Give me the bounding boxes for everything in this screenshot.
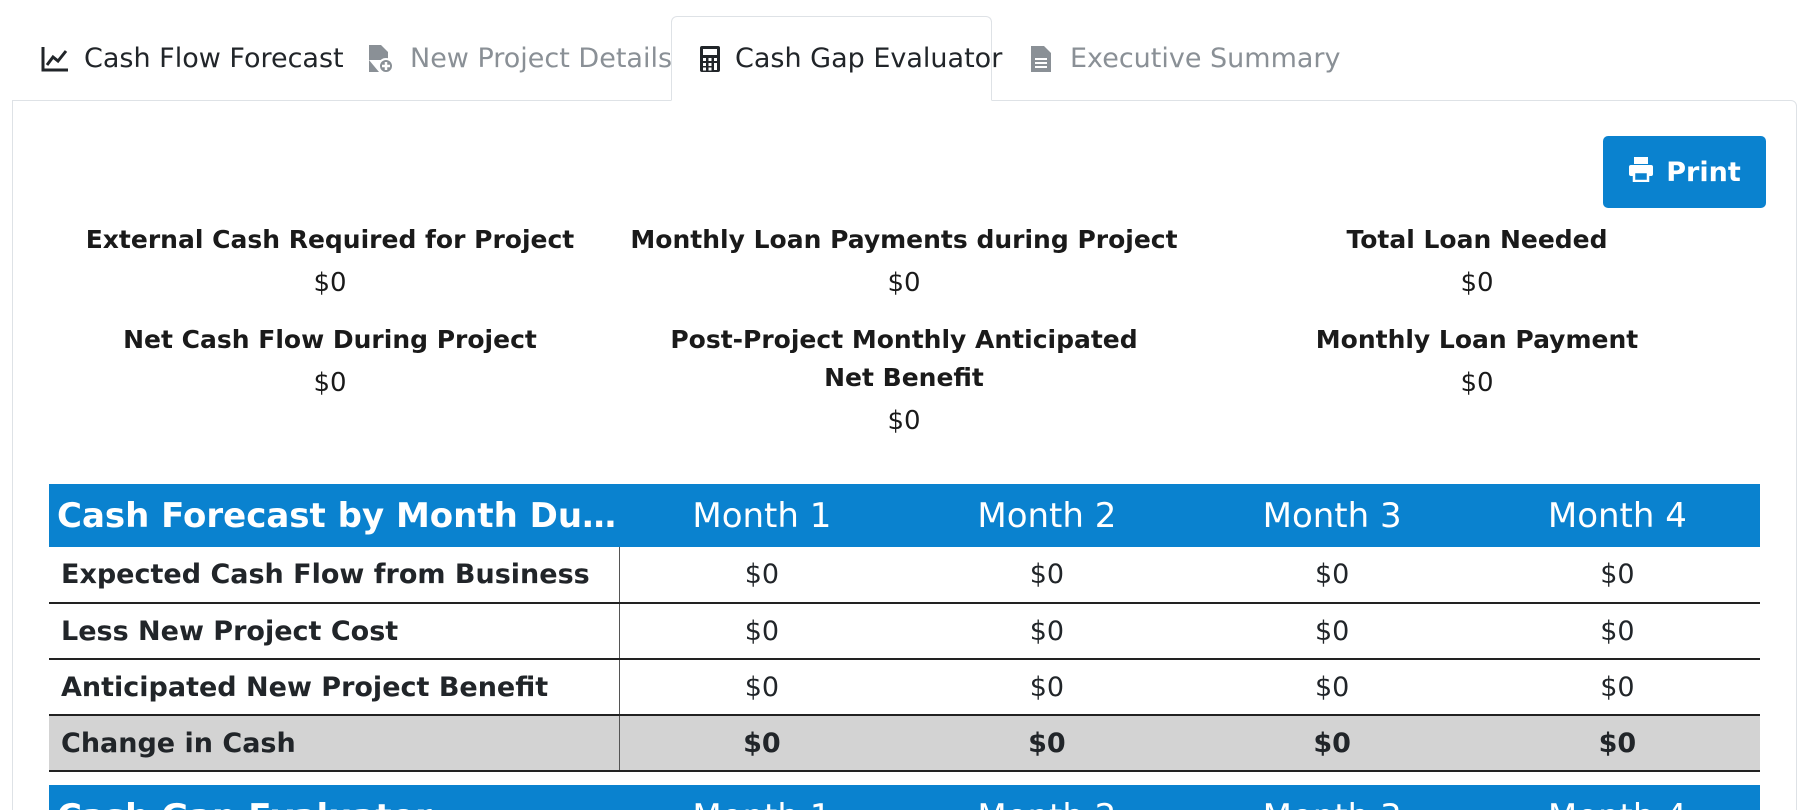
file-add-icon [366, 44, 396, 74]
row-label: Change in Cash [49, 715, 620, 772]
table-header-row: Cash Forecast by Month Durin... Month 1 … [49, 484, 1760, 547]
metric-label: Net Cash Flow During Project [123, 325, 537, 354]
metric-value: $0 [313, 268, 347, 298]
cell-value: $0 [1474, 659, 1760, 716]
metric-label: External Cash Required for Project [85, 225, 575, 254]
metric-net-cash-flow-during-project: Net Cash Flow During Project $0 [50, 321, 610, 407]
cell-value: $0 [619, 547, 905, 604]
cell-value: $0 [1189, 715, 1475, 772]
table-row: Anticipated New Project Benefit $0 $0 $0… [49, 659, 1760, 716]
column-header: Month 3 [1189, 785, 1475, 810]
calculator-icon [699, 44, 721, 74]
metric-value: $0 [887, 406, 921, 436]
metric-external-cash-required: External Cash Required for Project $0 [50, 221, 610, 307]
cell-value: $0 [1189, 547, 1475, 604]
table-header-row: Cash Gap Evaluator Month 1 Month 2 Month… [49, 785, 1760, 810]
table-title: Cash Forecast by Month Durin... [49, 484, 620, 547]
table-title: Cash Gap Evaluator [49, 785, 620, 810]
cell-value: $0 [904, 659, 1190, 716]
tab-cash-flow-forecast[interactable]: Cash Flow Forecast [40, 16, 344, 101]
column-header: Month 1 [619, 785, 905, 810]
cash-gap-evaluator-table: Cash Gap Evaluator Month 1 Month 2 Month… [49, 785, 1760, 810]
tab-executive-summary[interactable]: Executive Summary [1026, 16, 1341, 101]
table-row-total: Change in Cash $0 $0 $0 $0 [49, 715, 1760, 772]
metric-value: $0 [887, 268, 921, 298]
metric-value: $0 [1460, 268, 1494, 298]
tab-label: Cash Gap Evaluator [735, 43, 1003, 74]
cell-value: $0 [904, 603, 1190, 660]
cell-value: $0 [1189, 603, 1475, 660]
column-header: Month 2 [904, 785, 1190, 810]
tab-cash-gap-evaluator[interactable]: Cash Gap Evaluator [671, 16, 1002, 101]
metric-value: $0 [313, 368, 347, 398]
cell-value: $0 [1474, 603, 1760, 660]
metric-total-loan-needed: Total Loan Needed $0 [1197, 221, 1757, 307]
metric-label: Total Loan Needed [1346, 225, 1608, 254]
row-label: Expected Cash Flow from Business [49, 547, 620, 604]
cell-value: $0 [1474, 547, 1760, 604]
document-icon [1026, 44, 1056, 74]
cell-value: $0 [904, 547, 1190, 604]
printer-icon [1628, 156, 1654, 189]
row-label: Less New Project Cost [49, 603, 620, 660]
tab-label: New Project Details [410, 43, 673, 74]
metric-post-project-monthly-net-benefit: Post-Project Monthly Anticipated Net Ben… [654, 321, 1154, 445]
cash-forecast-table: Cash Forecast by Month Durin... Month 1 … [49, 484, 1760, 772]
tab-new-project-details[interactable]: New Project Details [366, 16, 672, 101]
column-header: Month 3 [1189, 484, 1475, 547]
table-row: Expected Cash Flow from Business $0 $0 $… [49, 547, 1760, 604]
cell-value: $0 [1474, 715, 1760, 772]
row-label: Anticipated New Project Benefit [49, 659, 620, 716]
cell-value: $0 [619, 603, 905, 660]
metric-label: Monthly Loan Payment [1315, 325, 1639, 354]
tab-bar: Cash Flow Forecast New Project Details C… [12, 16, 1797, 101]
line-chart-icon [40, 44, 70, 74]
print-label: Print [1666, 156, 1741, 188]
metric-monthly-loan-payments-during-project: Monthly Loan Payments during Project $0 [624, 221, 1184, 307]
column-header: Month 1 [619, 484, 905, 547]
tab-label: Executive Summary [1070, 43, 1341, 74]
print-button[interactable]: Print [1603, 136, 1766, 208]
cell-value: $0 [619, 659, 905, 716]
metric-monthly-loan-payment: Monthly Loan Payment $0 [1197, 321, 1757, 407]
column-header: Month 2 [904, 484, 1190, 547]
cell-value: $0 [904, 715, 1190, 772]
cell-value: $0 [619, 715, 905, 772]
metric-label: Post-Project Monthly Anticipated Net Ben… [670, 325, 1138, 392]
column-header: Month 4 [1474, 785, 1760, 810]
table-row: Less New Project Cost $0 $0 $0 $0 [49, 603, 1760, 660]
metric-value: $0 [1460, 368, 1494, 398]
cell-value: $0 [1189, 659, 1475, 716]
metric-label: Monthly Loan Payments during Project [630, 225, 1178, 254]
tab-label: Cash Flow Forecast [84, 43, 344, 74]
column-header: Month 4 [1474, 484, 1760, 547]
